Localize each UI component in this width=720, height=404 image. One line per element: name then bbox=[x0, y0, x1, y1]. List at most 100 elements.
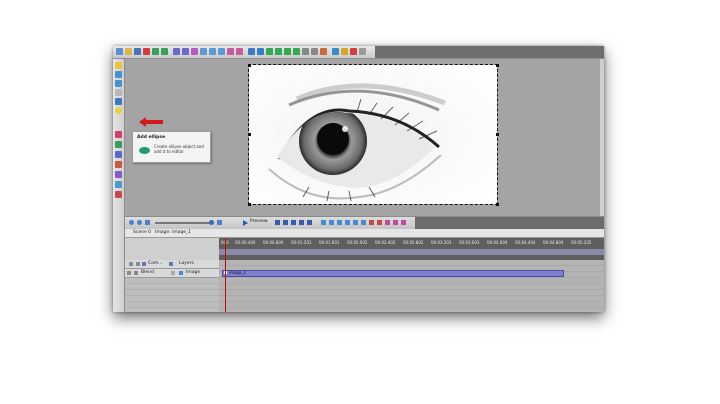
paste-icon[interactable] bbox=[191, 48, 198, 55]
distribute-icon[interactable] bbox=[248, 48, 255, 55]
time-range-bar[interactable] bbox=[219, 249, 604, 255]
rectangle-tool-icon[interactable] bbox=[115, 98, 122, 105]
image-tool-icon[interactable] bbox=[115, 71, 122, 78]
zoom-out-icon[interactable] bbox=[129, 220, 134, 225]
loop-icon[interactable] bbox=[321, 220, 326, 225]
move-down-icon[interactable] bbox=[275, 48, 282, 55]
split-icon[interactable] bbox=[345, 220, 350, 225]
ruler-left-panel bbox=[125, 238, 220, 260]
track-row-image[interactable]: Blend Image bbox=[125, 269, 219, 278]
scene-canvas[interactable]: Add ellipse Create ellipse object and ad… bbox=[125, 59, 604, 216]
align-top-icon[interactable] bbox=[227, 48, 234, 55]
tooltip-description: Create ellipse object and add it to edit… bbox=[154, 144, 204, 154]
composition-column-label: Com... bbox=[148, 261, 163, 266]
time-tick: 00:00.800 bbox=[263, 240, 284, 245]
export-icon[interactable] bbox=[332, 48, 339, 55]
effect-tool-icon[interactable] bbox=[115, 171, 122, 178]
timeline-header-row: Com... Layers bbox=[125, 260, 219, 269]
align-center-icon[interactable] bbox=[209, 48, 216, 55]
keyframe-icon[interactable] bbox=[377, 220, 382, 225]
cut-clip-icon[interactable] bbox=[401, 220, 406, 225]
resize-handle-top-right[interactable] bbox=[496, 64, 499, 67]
group-icon[interactable] bbox=[302, 48, 309, 55]
volume-icon[interactable] bbox=[361, 220, 366, 225]
new-file-icon[interactable] bbox=[116, 48, 123, 55]
mute-icon[interactable] bbox=[369, 220, 374, 225]
blend-mode-label[interactable]: Blend bbox=[141, 270, 154, 275]
preview-play-icon[interactable] bbox=[243, 220, 248, 226]
animation-tool-icon[interactable] bbox=[115, 141, 122, 148]
lock-toggle-icon[interactable] bbox=[136, 262, 140, 266]
resize-handle-middle-left[interactable] bbox=[248, 133, 251, 136]
resize-icon[interactable] bbox=[257, 48, 264, 55]
skip-end-icon[interactable] bbox=[307, 220, 312, 225]
zoom-fit-icon[interactable] bbox=[145, 220, 150, 225]
chart-tool-icon[interactable] bbox=[115, 131, 122, 138]
timeline-tracks[interactable]: image_1 bbox=[219, 260, 604, 312]
video-tool-icon[interactable] bbox=[115, 80, 122, 87]
visibility-toggle-icon[interactable] bbox=[129, 262, 133, 266]
redo-icon[interactable] bbox=[161, 48, 168, 55]
align-left-icon[interactable] bbox=[200, 48, 207, 55]
line-tool-icon[interactable] bbox=[115, 89, 122, 96]
step-forward-icon[interactable] bbox=[291, 220, 296, 225]
settings-icon[interactable] bbox=[320, 48, 327, 55]
layers-column-label: Layers bbox=[179, 261, 194, 266]
zoom-slider[interactable] bbox=[155, 222, 211, 224]
move-up-icon[interactable] bbox=[266, 48, 273, 55]
add-ellipse-icon[interactable] bbox=[115, 107, 122, 114]
track-visibility-icon[interactable] bbox=[127, 271, 131, 275]
video-editor-window: Add ellipse Create ellipse object and ad… bbox=[113, 46, 604, 312]
ungroup-icon[interactable] bbox=[311, 48, 318, 55]
zoom-reset-icon[interactable] bbox=[217, 220, 222, 225]
send-back-icon[interactable] bbox=[293, 48, 300, 55]
record-tool-icon[interactable] bbox=[115, 191, 122, 198]
ease-icon[interactable] bbox=[385, 220, 390, 225]
align-bottom-icon[interactable] bbox=[236, 48, 243, 55]
audio-tool-icon[interactable] bbox=[115, 161, 122, 168]
tab-scene-0[interactable]: Scene 0 bbox=[133, 230, 151, 235]
track-lock-icon[interactable] bbox=[134, 271, 138, 275]
snap-icon[interactable] bbox=[337, 220, 342, 225]
save-icon[interactable] bbox=[134, 48, 141, 55]
eye-image-object[interactable] bbox=[248, 64, 498, 205]
resize-handle-middle-right[interactable] bbox=[496, 133, 499, 136]
zoom-in-icon[interactable] bbox=[137, 220, 142, 225]
playhead[interactable] bbox=[225, 238, 226, 312]
curve-icon[interactable] bbox=[393, 220, 398, 225]
resize-handle-top-left[interactable] bbox=[248, 64, 251, 67]
text-tool-icon[interactable] bbox=[115, 62, 122, 69]
image-clip[interactable]: image_1 bbox=[222, 270, 564, 277]
delete-icon[interactable] bbox=[143, 48, 150, 55]
play-icon[interactable] bbox=[299, 220, 304, 225]
time-tick: 00:05.205 bbox=[571, 240, 592, 245]
sprite-tool-icon[interactable] bbox=[115, 181, 122, 188]
tab-image-1[interactable]: Image: image_1 bbox=[155, 230, 191, 235]
layers-icon bbox=[169, 262, 173, 266]
open-file-icon[interactable] bbox=[125, 48, 132, 55]
undo-icon[interactable] bbox=[152, 48, 159, 55]
zoom-slider-thumb[interactable] bbox=[209, 220, 214, 225]
preview-label[interactable]: Preview bbox=[250, 219, 268, 224]
time-tick: 00:04.004 bbox=[487, 240, 508, 245]
copy-icon[interactable] bbox=[182, 48, 189, 55]
bring-front-icon[interactable] bbox=[284, 48, 291, 55]
marker-icon[interactable] bbox=[329, 220, 334, 225]
trim-icon[interactable] bbox=[353, 220, 358, 225]
main-toolbar bbox=[113, 46, 604, 59]
time-tick: 00:03.603 bbox=[459, 240, 480, 245]
cut-icon[interactable] bbox=[173, 48, 180, 55]
resize-handle-bottom-left[interactable] bbox=[248, 203, 251, 206]
subtitle-tool-icon[interactable] bbox=[115, 151, 122, 158]
options-icon[interactable] bbox=[359, 48, 366, 55]
expand-icon[interactable] bbox=[171, 271, 175, 275]
skip-start-icon[interactable] bbox=[275, 220, 280, 225]
time-tick: 00:00.400 bbox=[235, 240, 256, 245]
help-icon[interactable] bbox=[341, 48, 348, 55]
canvas-scrollbar[interactable] bbox=[600, 59, 604, 216]
resize-handle-bottom-right[interactable] bbox=[496, 203, 499, 206]
pick-color-icon[interactable] bbox=[350, 48, 357, 55]
player-controls-bar: Preview bbox=[125, 216, 604, 230]
align-right-icon[interactable] bbox=[218, 48, 225, 55]
step-back-icon[interactable] bbox=[283, 220, 288, 225]
